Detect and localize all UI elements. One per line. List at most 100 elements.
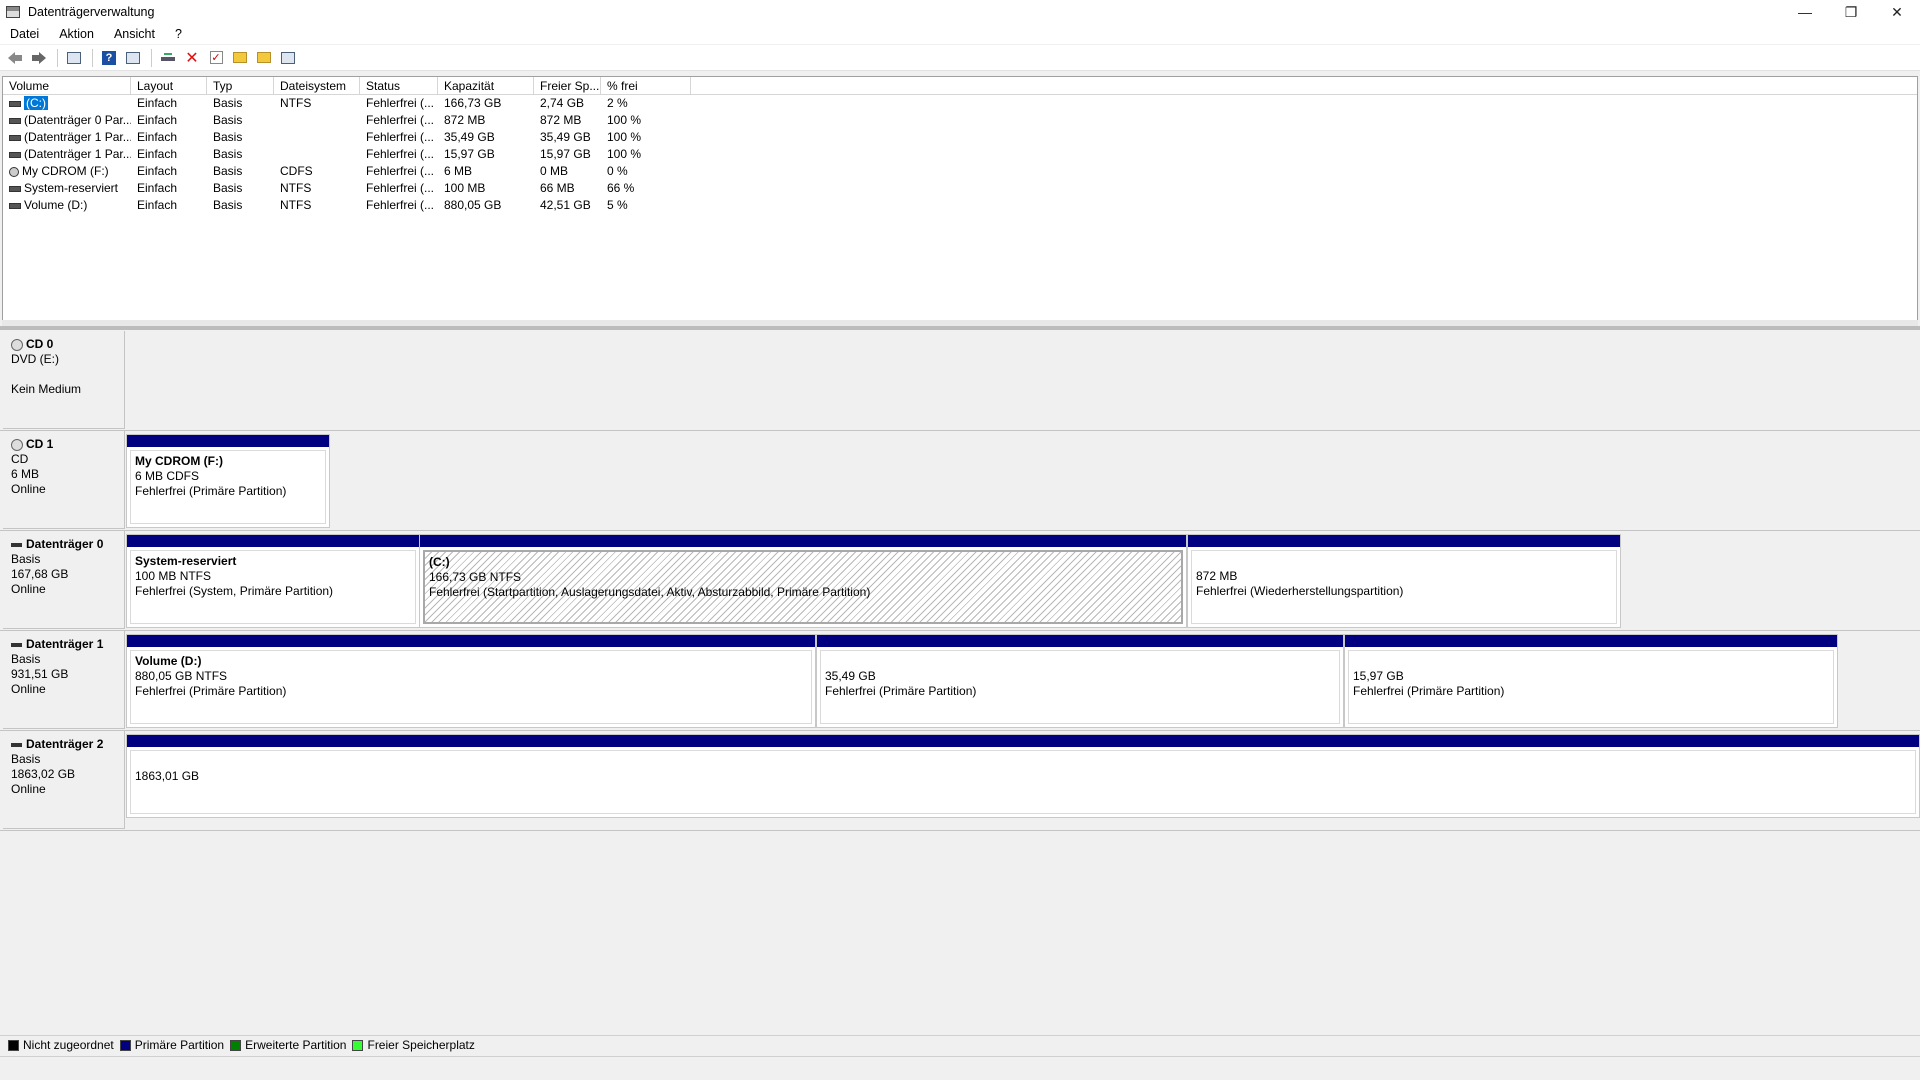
toolbar-separator	[151, 48, 152, 67]
table-row[interactable]: (C:) Einfach Basis NTFS Fehlerfrei (... 166,7…	[3, 95, 1917, 112]
disk-info-line: Online	[11, 482, 46, 496]
connect-drive-icon[interactable]	[157, 47, 179, 69]
column-header-typ[interactable]: Typ	[207, 77, 274, 94]
check-icon[interactable]: ✓	[205, 47, 227, 69]
disk-label[interactable]: CD 1 CD 6 MB Online	[3, 431, 125, 529]
partition-body: Volume (D:) 880,05 GB NTFS Fehlerfrei (Pri…	[130, 650, 812, 724]
cell-volume: My CDROM (F:)	[3, 163, 131, 180]
table-row[interactable]: (Datenträger 0 Par... Einfach Basis Fehlerf…	[3, 112, 1917, 129]
cell-kapazitaet: 6 MB	[444, 164, 473, 178]
cell-status: Fehlerfrei (...	[366, 164, 435, 178]
partition-block[interactable]: 872 MB Fehlerfrei (Wiederherstellungspart…	[1187, 534, 1621, 628]
partition-size: 6 MB CDFS	[135, 469, 200, 483]
cell-freier-speicher: 66 MB	[540, 181, 575, 195]
cell-prozent-frei: 5 %	[607, 198, 628, 212]
cell-status: Fehlerfrei (...	[366, 181, 435, 195]
cell-status: Fehlerfrei (...	[366, 198, 435, 212]
table-row[interactable]: My CDROM (F:) Einfach Basis CDFS Fehlerfrei …	[3, 163, 1917, 180]
folder-search-icon[interactable]	[253, 47, 275, 69]
delete-icon[interactable]: ✕	[181, 47, 203, 69]
disk-label[interactable]: Datenträger 1 Basis 931,51 GB Online	[3, 631, 125, 729]
volume-name: Volume (D:)	[24, 198, 88, 212]
disk-name: CD 1	[11, 437, 124, 452]
partition-name: System-reserviert	[135, 554, 237, 568]
column-header-kapazitaet[interactable]: Kapazität	[438, 77, 534, 94]
legend-label: Erweiterte Partition	[245, 1038, 347, 1052]
column-header-prozent-frei[interactable]: % frei	[601, 77, 691, 94]
column-header-freier-speicher[interactable]: Freier Sp...	[534, 77, 601, 94]
partition-type-bar	[127, 535, 419, 547]
settings-icon[interactable]	[277, 47, 299, 69]
cell-dateisystem: NTFS	[280, 198, 312, 212]
legend-item: Nicht zugeordnet	[8, 1038, 114, 1052]
restore-button[interactable]: ❐	[1828, 0, 1874, 24]
table-row[interactable]: System-reserviert Einfach Basis NTFS Fehlerf…	[3, 180, 1917, 197]
partition-body: 872 MB Fehlerfrei (Wiederherstellungspart…	[1191, 550, 1617, 624]
partition-name: My CDROM (F:)	[135, 454, 223, 468]
disk-info-line: DVD (E:)	[11, 352, 59, 366]
minimize-button[interactable]: —	[1782, 0, 1828, 24]
table-row[interactable]: (Datenträger 1 Par... Einfach Basis Fehlerf…	[3, 129, 1917, 146]
column-header-dateisystem[interactable]: Dateisystem	[274, 77, 360, 94]
partition-block[interactable]: 1863,01 GB	[126, 734, 1920, 818]
partition-block[interactable]: 15,97 GB Fehlerfrei (Primäre Partition)	[1344, 634, 1838, 728]
cell-layout: Einfach	[137, 181, 178, 195]
cell-dateisystem: CDFS	[280, 164, 313, 178]
table-row[interactable]: (Datenträger 1 Par... Einfach Basis Fehlerf…	[3, 146, 1917, 163]
column-header-volume[interactable]: Volume	[3, 77, 131, 94]
column-header-status[interactable]: Status	[360, 77, 438, 94]
cell-status: Fehlerfrei (...	[366, 113, 435, 127]
menu-help[interactable]: ?	[169, 27, 188, 41]
partition-status: Fehlerfrei (Primäre Partition)	[1353, 684, 1505, 698]
help-icon[interactable]: ?	[98, 47, 120, 69]
partition-block[interactable]: My CDROM (F:) 6 MB CDFS Fehlerfrei (Primär…	[126, 434, 330, 528]
disk-name: Datenträger 2	[11, 737, 124, 752]
legend-item: Erweiterte Partition	[230, 1038, 346, 1052]
table-row[interactable]: Volume (D:) Einfach Basis NTFS Fehlerfrei (.…	[3, 197, 1917, 214]
partition-body: (C:) 166,73 GB NTFS Fehlerfrei (Startparti…	[423, 550, 1183, 624]
cell-prozent-frei: 100 %	[607, 113, 642, 127]
cell-freier-speicher: 2,74 GB	[540, 96, 585, 110]
menu-aktion[interactable]: Aktion	[53, 27, 100, 41]
menu-datei[interactable]: Datei	[4, 27, 45, 41]
legend-swatch	[352, 1039, 364, 1051]
partition-block[interactable]: System-reserviert 100 MB NTFS Fehlerfrei (…	[126, 534, 420, 628]
disk-title: CD 1	[26, 437, 54, 451]
disk-name: CD 0	[11, 337, 124, 352]
partition-type-bar	[1188, 535, 1620, 547]
window-controls: — ❐ ✕	[1782, 0, 1920, 24]
partition-size: 880,05 GB NTFS	[135, 669, 228, 683]
partition-size: 100 MB NTFS	[135, 569, 212, 583]
properties-icon[interactable]	[122, 47, 144, 69]
legend-swatch	[230, 1039, 242, 1051]
partition-name-spacer	[1353, 654, 1829, 669]
disk-label[interactable]: CD 0 DVD (E:) Kein Medium	[3, 331, 125, 429]
disk-title: CD 0	[26, 337, 54, 351]
disk-info-line: 167,68 GB	[11, 567, 69, 581]
back-icon[interactable]	[4, 47, 26, 69]
partition-block[interactable]: Volume (D:) 880,05 GB NTFS Fehlerfrei (Pri…	[126, 634, 816, 728]
cell-volume: System-reserviert	[3, 180, 131, 197]
cell-status: Fehlerfrei (...	[366, 130, 435, 144]
close-button[interactable]: ✕	[1874, 0, 1920, 24]
column-header-layout[interactable]: Layout	[131, 77, 207, 94]
disk-label[interactable]: Datenträger 0 Basis 167,68 GB Online	[3, 531, 125, 629]
partition-block[interactable]: (C:) 166,73 GB NTFS Fehlerfrei (Startparti…	[419, 534, 1187, 628]
disk-label[interactable]: Datenträger 2 Basis 1863,02 GB Online	[3, 731, 125, 829]
partition-name-spacer	[825, 654, 1335, 669]
pane-splitter[interactable]	[0, 326, 1920, 330]
row-divider	[0, 730, 1920, 731]
drive-icon	[9, 151, 21, 158]
console-tree-icon[interactable]	[63, 47, 85, 69]
volume-name: My CDROM (F:)	[22, 164, 109, 178]
folder-up-icon[interactable]	[229, 47, 251, 69]
cell-volume: (Datenträger 0 Par...	[3, 112, 131, 129]
volume-name: System-reserviert	[24, 181, 119, 195]
partition-status: Fehlerfrei (Startpartition, Auslagerungs…	[429, 585, 871, 599]
cell-kapazitaet: 15,97 GB	[444, 147, 495, 161]
forward-icon[interactable]	[28, 47, 50, 69]
menu-ansicht[interactable]: Ansicht	[108, 27, 161, 41]
partition-block[interactable]: 35,49 GB Fehlerfrei (Primäre Partition)	[816, 634, 1344, 728]
legend-label: Freier Speicherplatz	[367, 1038, 475, 1052]
disk-info-line: Basis	[11, 552, 41, 566]
